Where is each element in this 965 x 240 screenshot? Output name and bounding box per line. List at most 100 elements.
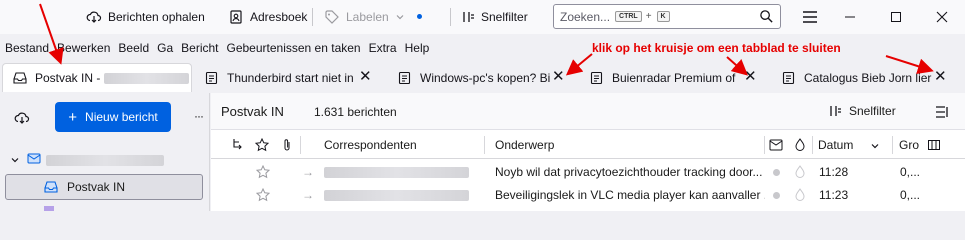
tab-close-icon[interactable]: ✕ <box>359 67 372 85</box>
menu-item-help[interactable]: Help <box>405 41 430 55</box>
column-divider <box>812 136 813 154</box>
tab-label: Postvak IN - <box>35 71 101 85</box>
star-icon[interactable] <box>256 161 270 183</box>
menu-item-view[interactable]: Beeld <box>118 41 149 55</box>
tab-message-4[interactable]: Catalogus Bieb Jorn lier ✕ <box>772 63 962 92</box>
account-icon <box>27 153 41 164</box>
size-column-header[interactable]: Gro <box>899 131 919 159</box>
subject-column-header[interactable]: Onderwerp <box>495 131 554 159</box>
inbox-icon <box>13 72 27 84</box>
hamburger-icon <box>803 11 817 23</box>
date-cell: 11:28 <box>819 165 849 179</box>
inbox-icon <box>44 181 58 193</box>
date-cell: 11:23 <box>819 188 849 202</box>
tab-label: Catalogus Bieb Jorn lier <box>804 70 932 85</box>
address-book-label: Adresboek <box>250 10 308 24</box>
junk-status-icon[interactable] <box>794 184 806 206</box>
menu-item-events-tasks[interactable]: Gebeurtenissen en taken <box>227 41 361 55</box>
search-input[interactable]: Zoeken... CTRL + K <box>553 4 781 29</box>
chevron-down-icon[interactable] <box>870 141 880 151</box>
column-divider <box>892 136 893 154</box>
folder-title: Postvak IN <box>221 104 284 119</box>
folder-item-partial <box>44 206 54 211</box>
cloud-icon[interactable] <box>14 110 30 126</box>
junk-status-icon[interactable] <box>794 161 806 183</box>
forward-icon: → <box>302 165 314 179</box>
read-dot-icon[interactable] <box>773 184 780 206</box>
subject-cell: Beveiligingslek in VLC media player kan … <box>495 188 765 202</box>
column-header-row: Correspondenten Onderwerp Datum Gro <box>211 131 965 159</box>
tab-message-2[interactable]: Windows-pc's kopen? Bi ✕ <box>388 63 578 92</box>
subject-cell: Noyb wil dat privacytoezichthouder track… <box>495 165 763 179</box>
redacted-text <box>324 166 469 178</box>
close-icon <box>936 11 948 23</box>
folder-pane: + Nieuw bericht ··· Postvak IN <box>0 93 210 211</box>
quick-filter-icon <box>830 106 841 116</box>
window-controls <box>827 0 965 34</box>
tab-message-1[interactable]: Thunderbird start niet in ✕ <box>195 63 385 92</box>
quick-filter-toggle[interactable]: Snelfilter <box>828 99 896 123</box>
junk-status-column-icon[interactable] <box>794 131 806 159</box>
tab-close-icon[interactable]: ✕ <box>744 67 757 85</box>
close-window-button[interactable] <box>919 0 965 34</box>
redacted-text <box>104 72 190 84</box>
more-options-button[interactable]: ··· <box>194 109 204 123</box>
quick-filter-button[interactable]: Snelfilter <box>455 4 534 30</box>
tab-label: Windows-pc's kopen? Bi <box>420 70 550 85</box>
menu-item-edit[interactable]: Bewerken <box>57 41 110 55</box>
tab-strip: Postvak IN - Thunderbird start niet in ✕… <box>0 61 965 93</box>
size-cell: 0,... <box>900 188 921 202</box>
quick-filter-label: Snelfilter <box>481 10 528 24</box>
search-shortcut-key: K <box>656 11 670 22</box>
maximize-button[interactable] <box>873 0 919 34</box>
message-list-pane: Postvak IN 1.631 berichten Snelfilter Co… <box>211 93 965 211</box>
column-divider <box>300 136 301 154</box>
maximize-icon <box>891 12 901 22</box>
table-row[interactable]: → Beveiligingslek in VLC media player ka… <box>211 184 965 206</box>
correspondent <box>324 184 469 206</box>
annotation-text: klik op het kruisje om een tabblad te sl… <box>592 41 841 55</box>
menu-item-file[interactable]: Bestand <box>5 41 49 55</box>
new-message-button[interactable]: + Nieuw bericht <box>55 102 171 132</box>
tab-close-icon[interactable]: ✕ <box>552 67 565 85</box>
thread-column-icon[interactable] <box>231 131 245 159</box>
column-picker-icon[interactable] <box>927 138 941 152</box>
chevron-down-icon[interactable] <box>10 155 20 165</box>
tags-button[interactable]: Labelen <box>318 4 411 30</box>
app-menu-button[interactable] <box>797 4 823 30</box>
plus-icon: + <box>68 108 78 126</box>
junk-column-icon[interactable] <box>769 131 783 159</box>
display-options-icon[interactable] <box>934 104 950 120</box>
star-column-icon[interactable] <box>255 131 269 159</box>
address-book-button[interactable]: Adresboek <box>222 4 313 30</box>
redacted-text <box>324 189 469 201</box>
column-divider <box>484 136 485 154</box>
menu-item-message[interactable]: Bericht <box>181 41 218 55</box>
chevron-down-icon <box>396 15 404 20</box>
star-icon[interactable] <box>256 184 270 206</box>
read-dot-icon[interactable] <box>773 161 780 183</box>
minimize-button[interactable] <box>827 0 873 34</box>
redacted-text <box>46 155 164 166</box>
minimize-icon <box>845 16 855 18</box>
menu-item-go[interactable]: Ga <box>157 41 173 55</box>
search-icon[interactable] <box>759 9 774 24</box>
get-messages-button[interactable]: Berichten ophalen <box>80 4 211 30</box>
get-messages-label: Berichten ophalen <box>108 10 205 24</box>
toolbar-separator <box>450 8 451 26</box>
date-column-header[interactable]: Datum <box>818 131 853 159</box>
tab-close-icon[interactable]: ✕ <box>934 67 947 85</box>
attachment-column-icon[interactable] <box>281 131 293 159</box>
folder-label: Postvak IN <box>67 180 126 194</box>
status-dot <box>417 14 422 19</box>
tab-message-3[interactable]: Buienradar Premium of ✕ <box>580 63 770 92</box>
tab-inbox[interactable]: Postvak IN - <box>2 63 192 92</box>
size-cell: 0,... <box>900 165 921 179</box>
menu-item-tools[interactable]: Extra <box>369 41 397 55</box>
folder-item-inbox[interactable]: Postvak IN <box>5 174 203 200</box>
correspondents-column-header[interactable]: Correspondenten <box>324 131 417 159</box>
message-icon <box>205 71 218 84</box>
table-row[interactable]: → Noyb wil dat privacytoezichthouder tra… <box>211 161 965 183</box>
message-count: 1.631 berichten <box>314 105 397 119</box>
message-icon <box>398 71 411 84</box>
